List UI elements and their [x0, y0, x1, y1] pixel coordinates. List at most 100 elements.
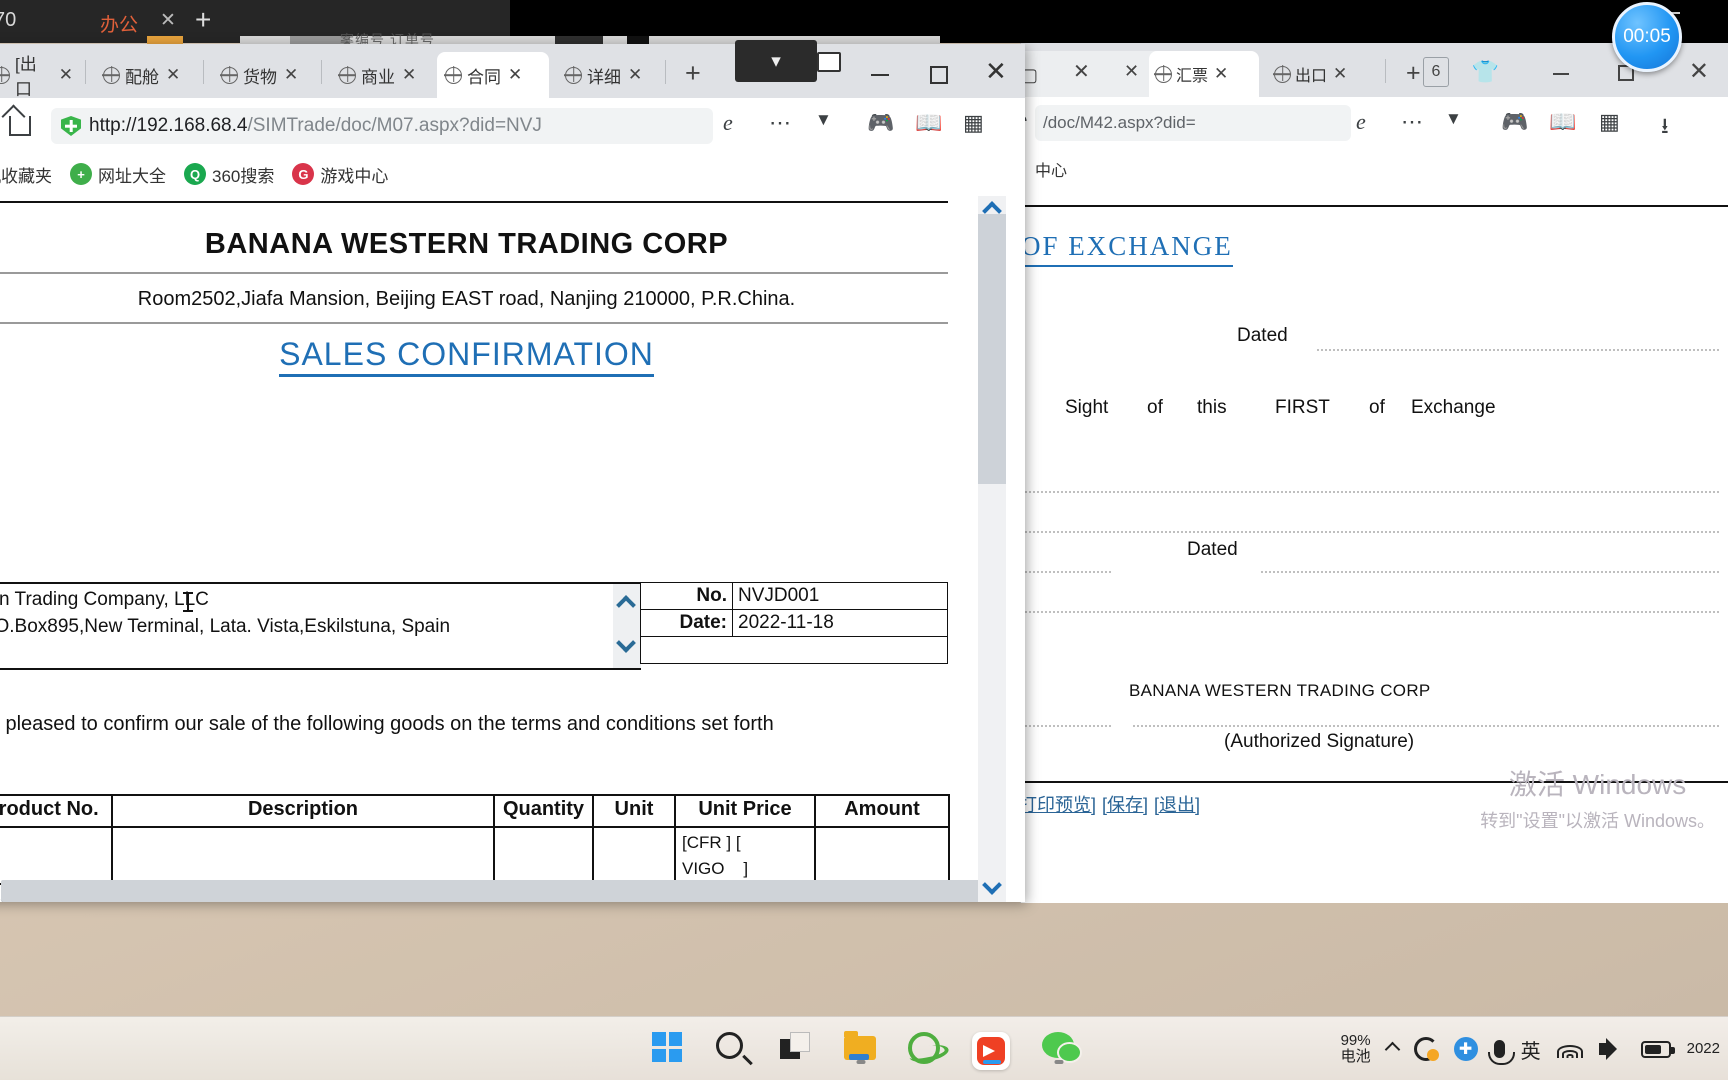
- left-tab-hetong[interactable]: 合同 ✕: [437, 52, 549, 98]
- close-icon[interactable]: ✕: [508, 65, 522, 85]
- close-icon[interactable]: ✕: [628, 65, 642, 85]
- scroll-down-arrow[interactable]: [982, 875, 1002, 895]
- document-meta-table: No. NVJD001 Date: 2022-11-18: [640, 582, 948, 664]
- tab-label: 详细: [587, 67, 621, 87]
- chevron-up-icon[interactable]: [616, 595, 636, 615]
- bill-of-exchange-document: OF EXCHANGE Dated ] Sight of this FIRST …: [1021, 191, 1728, 903]
- close-icon[interactable]: ✕: [402, 65, 416, 85]
- download-icon[interactable]: ⭳: [1661, 109, 1669, 147]
- new-tab-button[interactable]: +: [1406, 59, 1421, 88]
- volume-icon[interactable]: [1598, 1038, 1625, 1060]
- outer-new-tab-button[interactable]: +: [195, 4, 211, 36]
- meta-value-no[interactable]: NVJD001: [732, 582, 948, 610]
- bookmark-wangzhidaquan[interactable]: + 网址大全: [70, 162, 166, 187]
- bookmark-label-partial[interactable]: 中心: [1035, 163, 1067, 180]
- battery-icon[interactable]: [1640, 1040, 1675, 1058]
- left-tab-shangye[interactable]: 商业 ✕: [331, 52, 431, 98]
- left-tab-peicang[interactable]: 配舱 ✕: [95, 52, 195, 98]
- sync-icon[interactable]: [1413, 1037, 1439, 1061]
- chevron-down-icon[interactable]: [616, 633, 636, 653]
- chevron-down-icon[interactable]: ▼: [1445, 109, 1462, 129]
- new-tab-button[interactable]: +: [685, 58, 701, 89]
- url-path: /SIMTrade/doc/M07.aspx?did=NVJ: [247, 115, 542, 136]
- bookmark-360search[interactable]: Q 360搜索: [184, 162, 274, 187]
- left-address-bar[interactable]: http://192.168.68.4/SIMTrade/doc/M07.asp…: [51, 108, 713, 144]
- book-icon[interactable]: 📖: [915, 110, 942, 136]
- close-icon[interactable]: ✕: [284, 65, 298, 85]
- meta-value-date[interactable]: 2022-11-18: [732, 609, 948, 637]
- start-icon[interactable]: [652, 1032, 686, 1066]
- left-window-minimize[interactable]: [871, 74, 889, 76]
- game-icon[interactable]: 🎮: [867, 110, 894, 136]
- microphone-icon[interactable]: [1487, 1040, 1515, 1065]
- search-icon[interactable]: [716, 1032, 753, 1066]
- dotted-fill-line: [1021, 531, 1719, 533]
- apps-grid-icon[interactable]: ▦: [1599, 109, 1620, 135]
- right-bookmarks-bar: 中心: [1021, 149, 1728, 191]
- td-empty: [111, 826, 495, 885]
- boe-company-name: BANANA WESTERN TRADING CORP: [1129, 681, 1431, 700]
- more-dots-icon[interactable]: ⋯: [769, 110, 791, 136]
- taskbar-clock[interactable]: 2022: [1687, 1040, 1722, 1057]
- ime-english-icon[interactable]: 英: [1521, 1035, 1541, 1064]
- close-icon[interactable]: ✕: [1333, 64, 1347, 84]
- meta-empty-row[interactable]: [640, 636, 948, 664]
- bookmark-gamecenter[interactable]: G 游戏中心: [292, 162, 388, 187]
- outer-tab-label[interactable]: 办公: [100, 10, 138, 37]
- game-icon[interactable]: 🎮: [1501, 109, 1528, 135]
- edge-e-icon[interactable]: e: [1356, 109, 1366, 135]
- buyer-address-box[interactable]: Min Trading Company, LLC P.O.Box895,New …: [0, 582, 641, 670]
- close-icon[interactable]: ✕: [166, 65, 180, 85]
- more-dots-icon[interactable]: ⋯: [1401, 109, 1423, 135]
- restore-window-icon[interactable]: [817, 52, 841, 72]
- right-address-bar[interactable]: /doc/M42.aspx?did=: [1035, 105, 1351, 141]
- save-link[interactable]: [保存]: [1102, 795, 1148, 815]
- internet-explorer-icon[interactable]: [908, 1032, 942, 1066]
- company-name-heading: BANANA WESTERN TRADING CORP: [204, 228, 729, 260]
- left-window-close[interactable]: ✕: [985, 56, 1007, 87]
- edge-e-icon[interactable]: e: [723, 110, 733, 136]
- exit-link[interactable]: [退出]: [1154, 795, 1200, 815]
- shirt-icon[interactable]: 👕: [1472, 59, 1499, 85]
- foxmail-icon[interactable]: [972, 1032, 1012, 1070]
- left-tab-export[interactable]: [出口 ✕: [0, 52, 81, 99]
- shield-plus-icon: [61, 116, 81, 136]
- chevron-up-icon[interactable]: [1384, 1041, 1400, 1057]
- file-explorer-icon[interactable]: [844, 1031, 878, 1066]
- td-price-term[interactable]: [CFR ] [ VIGO ]: [674, 826, 816, 885]
- doc-rule: [0, 272, 948, 274]
- chevron-down-icon[interactable]: ▼: [815, 110, 832, 130]
- scrollbar-thumb[interactable]: [978, 214, 1006, 484]
- print-preview-link[interactable]: 打印预览]: [1021, 795, 1096, 815]
- close-icon[interactable]: ✕: [160, 9, 176, 32]
- bookmark-phone-favorites[interactable]: 手机收藏夹: [0, 162, 52, 187]
- right-window-close-peek[interactable]: ✕: [1073, 59, 1090, 84]
- horizontal-scrollbar[interactable]: ❯: [1, 880, 1006, 902]
- boe-title: OF EXCHANGE: [1021, 231, 1233, 267]
- tab-count-badge[interactable]: 6: [1423, 57, 1449, 87]
- book-icon[interactable]: 📖: [1549, 109, 1576, 135]
- right-tab-huipiao[interactable]: 汇票 ✕: [1149, 51, 1259, 97]
- overlay-dropdown-capsule[interactable]: ▾: [735, 40, 817, 82]
- left-tab-huowu[interactable]: 货物 ✕: [213, 52, 313, 98]
- right-tab-chukou[interactable]: 出口 ✕: [1268, 51, 1378, 97]
- tab-close-partial[interactable]: ✕: [1124, 61, 1139, 82]
- apps-grid-icon[interactable]: ▦: [963, 110, 984, 136]
- left-tab-xiangxi[interactable]: 详细 ✕: [557, 52, 657, 98]
- buyer-box-scroll-control[interactable]: [613, 584, 641, 668]
- text-cursor-ibeam: [183, 592, 193, 612]
- task-view-icon[interactable]: [780, 1032, 814, 1066]
- left-window-maximize[interactable]: [930, 66, 948, 84]
- of-word-2: of: [1369, 397, 1385, 418]
- authorized-signature-label: (Authorized Signature): [1224, 731, 1415, 752]
- wifi-icon[interactable]: [1556, 1040, 1583, 1058]
- right-window-close[interactable]: ✕: [1689, 57, 1709, 86]
- recording-timer-bubble[interactable]: 00:05: [1612, 2, 1682, 72]
- close-bracket-text: ]: [743, 858, 749, 878]
- right-window-minimize[interactable]: [1553, 73, 1569, 75]
- update-icon[interactable]: ✚: [1453, 1037, 1478, 1061]
- close-icon[interactable]: ✕: [59, 65, 73, 85]
- wechat-icon[interactable]: [1042, 1032, 1082, 1066]
- left-doc-vertical-scrollbar[interactable]: [978, 196, 1006, 902]
- close-icon[interactable]: ✕: [1214, 64, 1228, 84]
